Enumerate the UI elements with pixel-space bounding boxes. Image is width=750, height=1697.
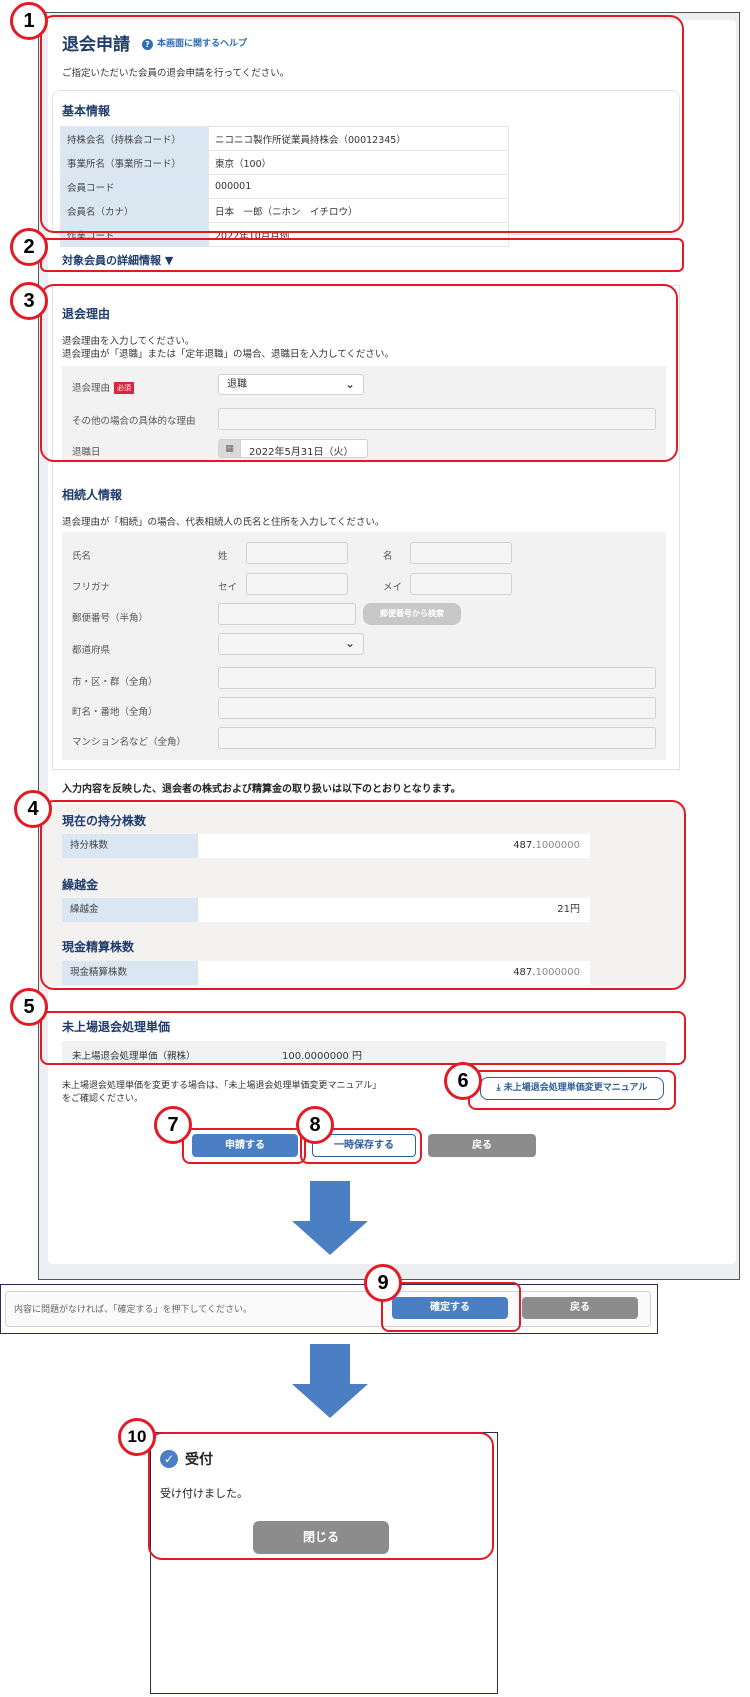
heir-sei-label: 姓: [218, 551, 228, 562]
heir-city-input[interactable]: [218, 667, 656, 689]
annotation-box-6: [468, 1070, 676, 1110]
heir-town-input[interactable]: [218, 697, 656, 719]
heir-kana-label: フリガナ: [72, 582, 111, 593]
annotation-box-10: [148, 1432, 494, 1560]
unlisted-note-1: 未上場退会処理単価を変更する場合は、「未上場退会処理単価変更マニュアル」: [62, 1081, 382, 1091]
heir-mei-label: 名: [383, 551, 393, 562]
heir-heading: 相続人情報: [62, 488, 123, 502]
heir-pref-label: 都道府県: [72, 645, 111, 656]
arrow-down-icon: [292, 1384, 368, 1418]
heir-city-label: 市・区・群（全角）: [72, 677, 158, 688]
annotation-box-4: [40, 800, 686, 990]
annotation-box-2: [40, 238, 684, 272]
heir-desc: 退会理由が「相続」の場合、代表相続人の氏名と住所を入力してください。: [62, 517, 385, 528]
heir-sei-kana-input[interactable]: [246, 573, 348, 595]
marker-7: 7: [154, 1106, 192, 1144]
marker-1: 1: [10, 2, 48, 40]
heir-zip-label: 郵便番号（半角）: [72, 613, 149, 624]
heir-building-input[interactable]: [218, 727, 656, 749]
marker-10: 10: [118, 1418, 156, 1456]
heir-form: [62, 532, 666, 760]
annotation-box-7: [182, 1128, 306, 1164]
heir-pref-select[interactable]: ⌄: [218, 633, 364, 655]
heir-mei-input[interactable]: [410, 542, 512, 564]
annotation-box-1: [40, 15, 684, 233]
marker-9: 9: [364, 1264, 402, 1302]
confirm-text: 内容に問題がなければ、「確定する」を押下してください。: [14, 1305, 252, 1315]
heir-town-label: 町名・番地（全角）: [72, 707, 158, 718]
heir-name-label: 氏名: [72, 551, 92, 562]
arrow-shaft: [310, 1344, 350, 1384]
chevron-down-icon: ⌄: [344, 636, 355, 650]
heir-sei-kana-label: セイ: [218, 582, 238, 593]
marker-5: 5: [10, 988, 48, 1026]
annotation-box-3: [40, 284, 678, 462]
heir-sei-input[interactable]: [246, 542, 348, 564]
zip-search-button[interactable]: 郵便番号から検索: [363, 603, 461, 625]
result-note: 入力内容を反映した、退会者の株式および精算金の取り扱いは以下のとおりとなります。: [62, 784, 461, 795]
marker-8: 8: [296, 1106, 334, 1144]
marker-4: 4: [14, 790, 52, 828]
annotation-box-5: [40, 1011, 686, 1065]
confirm-back-button[interactable]: 戻る: [522, 1297, 638, 1319]
heir-building-label: マンション名など（全角）: [72, 737, 187, 748]
marker-3: 3: [10, 282, 48, 320]
heir-mei-kana-label: メイ: [383, 582, 403, 593]
annotation-box-9: [381, 1282, 521, 1332]
marker-6: 6: [444, 1062, 482, 1100]
marker-2: 2: [10, 228, 48, 266]
heir-mei-kana-input[interactable]: [410, 573, 512, 595]
heir-zip-input[interactable]: [218, 603, 356, 625]
back-button[interactable]: 戻る: [428, 1134, 536, 1157]
arrow-shaft: [310, 1181, 350, 1221]
unlisted-note-2: をご確認ください。: [62, 1094, 144, 1104]
arrow-down-icon: [292, 1221, 368, 1255]
